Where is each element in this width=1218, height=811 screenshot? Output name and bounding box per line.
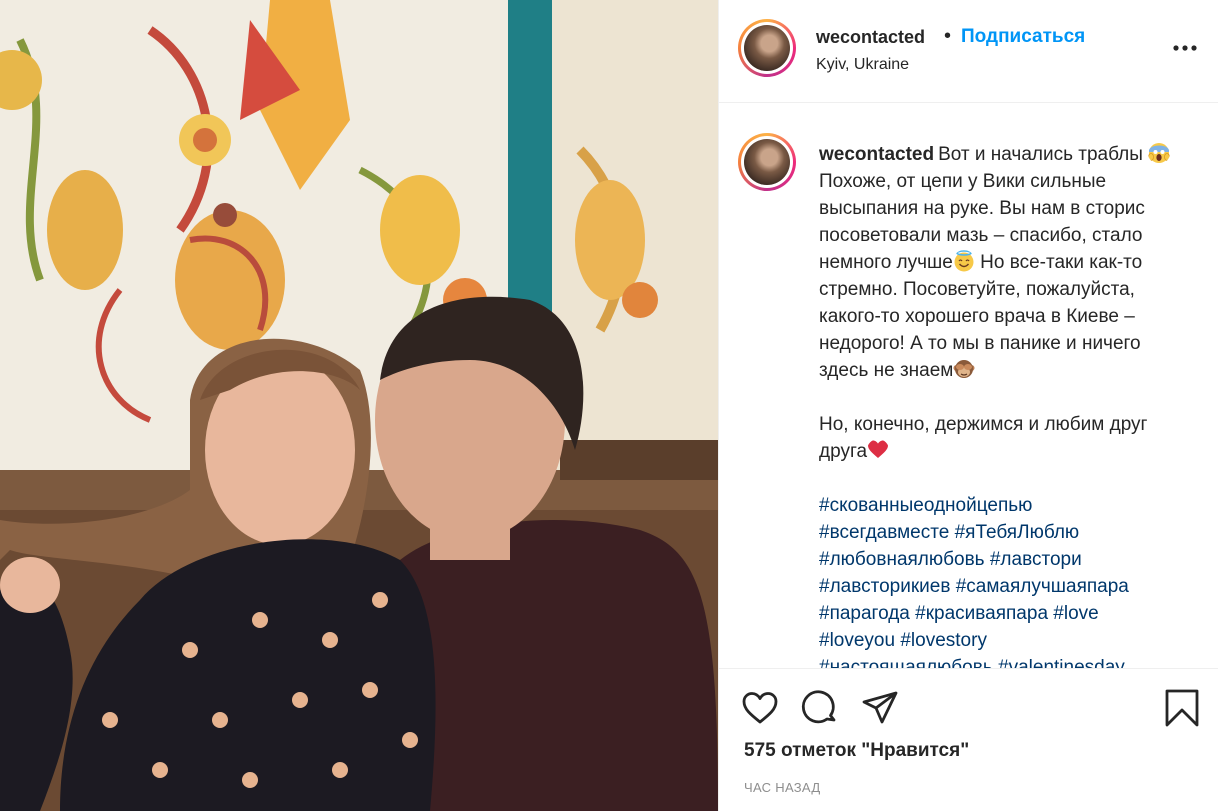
hashtag-link[interactable]: #лавсторикиев — [819, 576, 950, 597]
hashtag-link[interactable]: #красиваяпара — [915, 603, 1048, 624]
post-location[interactable]: Kyiv, Ukraine — [816, 56, 909, 74]
hashtag-link[interactable]: #valentinesday — [998, 657, 1125, 668]
post-timestamp[interactable]: ЧАС НАЗАД — [744, 780, 820, 795]
action-bar: 575 отметок "Нравится" ЧАС НАЗАД — [719, 668, 1218, 811]
hashtag-link[interactable]: #loveyou — [819, 630, 895, 651]
hashtag-link[interactable]: #лавстори — [990, 549, 1082, 570]
save-bookmark-icon[interactable] — [1163, 689, 1201, 727]
post-photo[interactable] — [0, 0, 718, 811]
caption-avatar[interactable] — [738, 133, 796, 191]
comments-section[interactable]: wecontacted Вот и начались траблы Похоже,… — [719, 103, 1218, 668]
hashtag-link[interactable]: #lovestory — [900, 630, 987, 651]
share-send-icon[interactable] — [861, 689, 899, 727]
hashtag-link[interactable]: #самаялучшаяпара — [956, 576, 1129, 597]
post-image — [0, 0, 718, 811]
hashtag-link[interactable]: #love — [1053, 603, 1098, 624]
hashtag-link[interactable]: #парагода — [819, 603, 910, 624]
like-heart-icon[interactable] — [741, 689, 779, 727]
post-caption: wecontacted Вот и начались траблы Похоже,… — [819, 141, 1191, 668]
likes-count[interactable]: 575 отметок "Нравится" — [744, 740, 969, 762]
follow-button[interactable]: Подписаться — [961, 26, 1085, 48]
smiling-halo-emoji — [954, 250, 974, 272]
hashtag-link[interactable]: #настоящаялюбовь — [819, 657, 993, 668]
comment-bubble-icon[interactable] — [801, 689, 839, 727]
hashtag-link[interactable]: #всегдавместе — [819, 522, 949, 543]
separator-dot: • — [944, 25, 952, 47]
author-username[interactable]: wecontacted — [816, 27, 925, 48]
hashtags: #скованныеоднойцепью #всегдавместе #яТеб… — [819, 492, 1191, 668]
caption-text-1: Вот и начались траблы — [938, 144, 1143, 165]
hashtag-link[interactable]: #скованныеоднойцепью — [819, 495, 1032, 516]
author-avatar[interactable] — [738, 19, 796, 77]
hashtag-link[interactable]: #любовнаялюбовь — [819, 549, 985, 570]
caption-username[interactable]: wecontacted — [819, 144, 934, 165]
hashtag-link[interactable]: #яТебяЛюблю — [955, 522, 1080, 543]
post-side-panel: wecontacted • Подписаться Kyiv, Ukraine … — [718, 0, 1218, 811]
see-no-evil-monkey-emoji — [953, 360, 975, 378]
more-options-icon[interactable] — [1171, 34, 1199, 62]
face-screaming-emoji — [1148, 143, 1171, 163]
red-heart-emoji — [868, 440, 889, 458]
post-header: wecontacted • Подписаться Kyiv, Ukraine — [719, 0, 1218, 103]
